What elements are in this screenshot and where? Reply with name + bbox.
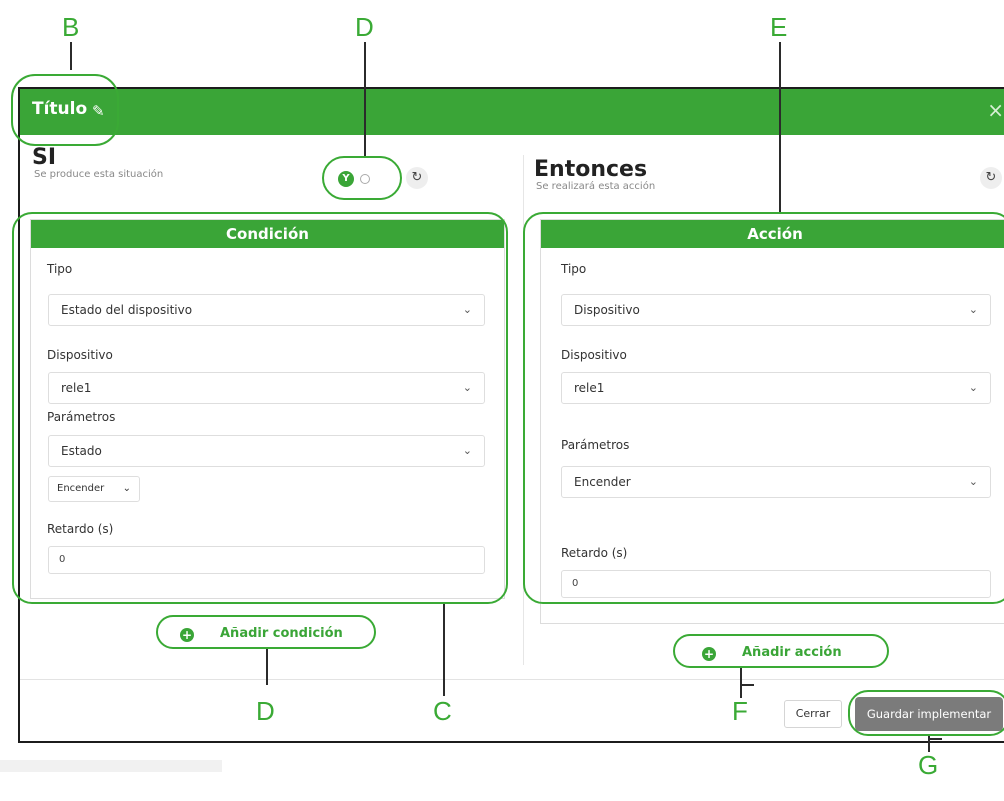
leader-line-e bbox=[779, 42, 781, 212]
callout-ring-d-bottom bbox=[156, 615, 376, 649]
background-strip bbox=[0, 760, 222, 772]
refresh-icon[interactable]: ↻ bbox=[980, 167, 1002, 189]
leader-line-f bbox=[740, 668, 742, 698]
annotated-screenshot: Título ✎ × SI Se produce esta situación … bbox=[0, 0, 1004, 801]
callout-ring-c bbox=[12, 212, 508, 604]
callout-ring-f bbox=[673, 634, 889, 668]
if-heading: SI bbox=[32, 145, 57, 170]
leader-line-f-tick bbox=[740, 684, 754, 686]
callout-label-c: C bbox=[433, 696, 452, 726]
callout-ring-b bbox=[11, 74, 119, 146]
callout-label-d-bottom: D bbox=[256, 696, 275, 726]
close-icon[interactable]: × bbox=[987, 98, 1004, 122]
then-heading: Entonces bbox=[534, 157, 648, 182]
callout-label-d-top: D bbox=[355, 12, 374, 42]
callout-label-f: F bbox=[732, 696, 748, 726]
leader-line-c bbox=[443, 604, 445, 696]
callout-label-g: G bbox=[918, 750, 939, 780]
callout-label-e: E bbox=[770, 12, 788, 42]
then-subtitle: Se realizará esta acción bbox=[536, 181, 656, 192]
callout-ring-g bbox=[848, 690, 1004, 736]
callout-ring-e bbox=[523, 212, 1004, 604]
leader-line-d-bottom bbox=[266, 649, 268, 685]
leader-line-d-top bbox=[364, 42, 366, 156]
if-subtitle: Se produce esta situación bbox=[34, 169, 164, 180]
callout-ring-d-top bbox=[322, 156, 402, 200]
footer-divider bbox=[20, 679, 1004, 680]
close-button[interactable]: Cerrar bbox=[784, 700, 842, 728]
dialog-titlebar: Título ✎ × bbox=[20, 89, 1004, 135]
refresh-icon[interactable]: ↻ bbox=[406, 167, 428, 189]
leader-line-g-tick bbox=[928, 738, 942, 740]
callout-label-b: B bbox=[62, 12, 80, 42]
leader-line-b bbox=[70, 42, 72, 70]
